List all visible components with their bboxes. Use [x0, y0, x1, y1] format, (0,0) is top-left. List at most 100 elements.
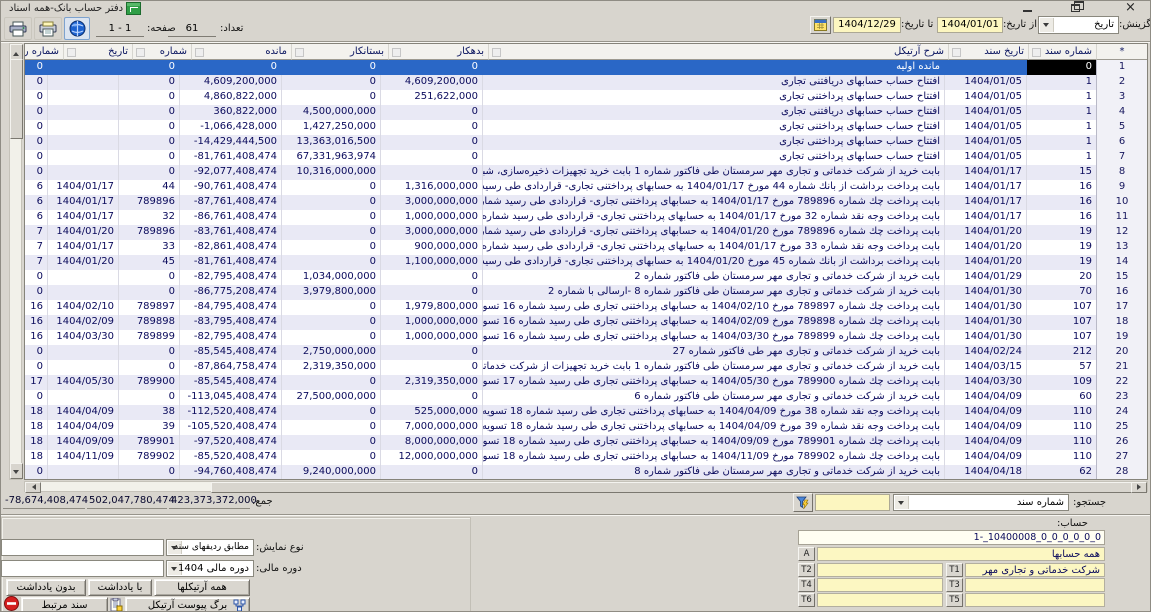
- account-level-t1-button[interactable]: T1: [946, 563, 963, 577]
- account-level-a-button[interactable]: A: [798, 547, 815, 561]
- table-row[interactable]: 14191404/01/20بابت پرداخت برداشت از بانك…: [25, 255, 1147, 270]
- table-row[interactable]: 611404/01/05افتتاح حساب حسابهای پرداختنی…: [25, 135, 1147, 150]
- scroll-up-button[interactable]: [10, 44, 23, 60]
- table-row[interactable]: 11161404/01/17بابت پرداخت وجه نقد شماره …: [25, 210, 1147, 225]
- column-header-desc[interactable]: شرح آرتیکل: [488, 44, 948, 60]
- window-title-group: دفتر حساب بانک-همه اسناد: [9, 2, 141, 15]
- table-row-selected[interactable]: 10مانده اولیه000000: [25, 60, 1147, 75]
- table-row[interactable]: 191071404/01/30بابت پرداخت چك شماره 7898…: [25, 330, 1147, 345]
- related-doc-button[interactable]: سند مرتبط: [21, 597, 108, 612]
- table-row[interactable]: 23601404/04/09بابت خرید از شرکت خدماتی و…: [25, 390, 1147, 405]
- view-type-extra-field[interactable]: [1, 539, 164, 556]
- cell-doc_no: 110: [1026, 405, 1096, 421]
- account-t4-field[interactable]: [817, 578, 943, 592]
- cell-n: 23: [1096, 390, 1147, 406]
- run-search-button[interactable]: [793, 493, 813, 512]
- table-row[interactable]: 10161404/01/17بابت پرداخت چك شماره 78989…: [25, 195, 1147, 210]
- account-level-t5-button[interactable]: T5: [946, 593, 963, 607]
- print-button[interactable]: [4, 17, 32, 40]
- to-date-field[interactable]: 1404/12/29: [833, 17, 901, 33]
- select-mode-combobox[interactable]: تاریخ: [1038, 16, 1119, 34]
- account-level-t4-button[interactable]: T4: [798, 578, 815, 592]
- chevron-down-icon[interactable]: [1040, 18, 1054, 32]
- cell-desc: بابت پرداخت چك شماره 789898 مورخ 1404/02…: [482, 315, 944, 331]
- table-row[interactable]: 181071404/01/30بابت پرداخت چك شماره 7898…: [25, 315, 1147, 330]
- cell-number: 0: [118, 285, 179, 301]
- account-t2-field[interactable]: [817, 563, 943, 577]
- table-row[interactable]: 171071404/01/30بابت پرداخت چك شماره 7898…: [25, 300, 1147, 315]
- table-row[interactable]: 311404/01/05افتتاح حساب حسابهای پرداختنی…: [25, 90, 1147, 105]
- account-code-field[interactable]: 1-_10400008_0_0_0_0_0_0: [798, 530, 1105, 545]
- table-row[interactable]: 202121404/02/24بابت خرید از شرکت خدماتی …: [25, 345, 1147, 360]
- column-header-receipt[interactable]: شماره رسید: [24, 44, 63, 60]
- table-row[interactable]: 251101404/04/09بابت پرداخت وجه نقد شماره…: [25, 420, 1147, 435]
- cell-credit: 67,331,963,974: [281, 150, 380, 166]
- table-row[interactable]: 241101404/04/09بابت پرداخت وجه نقد شماره…: [25, 405, 1147, 420]
- cell-debit: 1,000,000,000: [380, 210, 482, 226]
- account-level-t6-button[interactable]: T6: [798, 593, 815, 607]
- search-input[interactable]: [815, 494, 890, 511]
- from-date-field[interactable]: 1404/01/01: [937, 17, 1003, 33]
- table-row[interactable]: 16701404/01/30بابت خرید از شرکت خدماتی و…: [25, 285, 1147, 300]
- table-row[interactable]: 261101404/04/09بابت پرداخت چك شماره 7899…: [25, 435, 1147, 450]
- scroll-down-button[interactable]: [10, 463, 23, 479]
- horizontal-scroll-thumb[interactable]: [211, 482, 1136, 493]
- scroll-left-button[interactable]: [25, 482, 41, 493]
- table-row[interactable]: 411404/01/05افتتاح حساب حسابهای دریافتنی…: [25, 105, 1147, 120]
- chevron-down-icon[interactable]: [895, 496, 909, 509]
- apply-date-filter-button[interactable]: [810, 16, 831, 34]
- table-row[interactable]: 211404/01/05افتتاح حساب حسابهای دریافتنی…: [25, 75, 1147, 90]
- vertical-scrollbar[interactable]: [9, 43, 22, 480]
- restore-button[interactable]: [1071, 4, 1080, 12]
- all-articles-button[interactable]: همه آرتیکلها: [154, 579, 250, 596]
- table-row[interactable]: 15201404/01/29بابت خرید از شرکت خدماتی و…: [25, 270, 1147, 285]
- account-t6-field[interactable]: [817, 593, 943, 607]
- account-t3-field[interactable]: [965, 578, 1105, 592]
- cell-debit: 1,979,800,000: [380, 300, 482, 316]
- attachment-sheet-button[interactable]: برگ پیوست آرتیکل: [125, 597, 250, 612]
- without-note-button[interactable]: بدون یادداشت: [6, 579, 86, 596]
- table-row[interactable]: 271101404/04/09بابت پرداخت چك شماره 7899…: [25, 450, 1147, 465]
- fiscal-period-combobox[interactable]: دوره مالی 1404: [166, 560, 254, 577]
- table-row[interactable]: 711404/01/05افتتاح حساب حسابهای پرداختنی…: [25, 150, 1147, 165]
- horizontal-scrollbar[interactable]: [24, 481, 1148, 492]
- table-row[interactable]: 21571404/03/15بابت خرید از شرکت خدماتی و…: [25, 360, 1147, 375]
- view-type-combobox[interactable]: مطابق ردیفهای سند: [166, 539, 254, 556]
- with-note-button[interactable]: با یادداشت: [88, 579, 152, 596]
- cell-date: 1404/03/30: [47, 330, 118, 346]
- table-row[interactable]: 9161404/01/17بابت پرداخت برداشت از بانك …: [25, 180, 1147, 195]
- account-level-t3-button[interactable]: T3: [946, 578, 963, 592]
- column-header-date[interactable]: تاریخ: [63, 44, 132, 60]
- column-header-debit[interactable]: بدهکار: [388, 44, 488, 60]
- account-t5-field[interactable]: [965, 593, 1105, 607]
- table-row[interactable]: 221091404/03/30بابت پرداخت چك شماره 7899…: [25, 375, 1147, 390]
- column-header-n[interactable]: *: [1096, 44, 1147, 60]
- column-header-doc_no[interactable]: شماره سند: [1028, 44, 1096, 60]
- column-header-doc_date[interactable]: تاریخ سند: [948, 44, 1028, 60]
- print-preview-button[interactable]: [34, 17, 62, 40]
- vertical-scroll-thumb[interactable]: [10, 59, 23, 139]
- close-button[interactable]: ×: [1125, 0, 1136, 15]
- table-row[interactable]: 12191404/01/20بابت پرداخت چك شماره 78989…: [25, 225, 1147, 240]
- scroll-right-button[interactable]: [1131, 482, 1147, 493]
- account-t1-field[interactable]: شرکت خدماتی و تجاری مهر: [965, 563, 1105, 577]
- minimize-button[interactable]: [1023, 10, 1032, 12]
- table-row[interactable]: 8151404/01/17بابت خرید از شرکت خدماتی و …: [25, 165, 1147, 180]
- table-row[interactable]: 28621404/04/18بابت خرید از شرکت خدماتی و…: [25, 465, 1147, 480]
- cell-doc_date: 1404/04/09: [944, 435, 1026, 451]
- column-header-balance[interactable]: مانده: [191, 44, 291, 60]
- fiscal-period-extra-field[interactable]: [1, 560, 164, 577]
- table-row[interactable]: 13191404/01/20بابت پرداخت وجه نقد شماره …: [25, 240, 1147, 255]
- column-header-credit[interactable]: بستانکار: [291, 44, 388, 60]
- account-level-t2-button[interactable]: T2: [798, 563, 815, 577]
- cell-number: 0: [118, 465, 179, 480]
- account-a-field[interactable]: همه حسابها: [817, 547, 1105, 561]
- table-row[interactable]: 511404/01/05افتتاح حساب حسابهای پرداختنی…: [25, 120, 1147, 135]
- cell-n: 8: [1096, 165, 1147, 181]
- column-header-number[interactable]: شماره: [132, 44, 191, 60]
- cell-receipt: 0: [24, 75, 47, 91]
- search-field-combobox[interactable]: شماره سند: [893, 494, 1069, 511]
- stop-button[interactable]: [4, 596, 20, 612]
- clipboard-icon[interactable]: [109, 597, 123, 612]
- globe-button[interactable]: [64, 17, 90, 40]
